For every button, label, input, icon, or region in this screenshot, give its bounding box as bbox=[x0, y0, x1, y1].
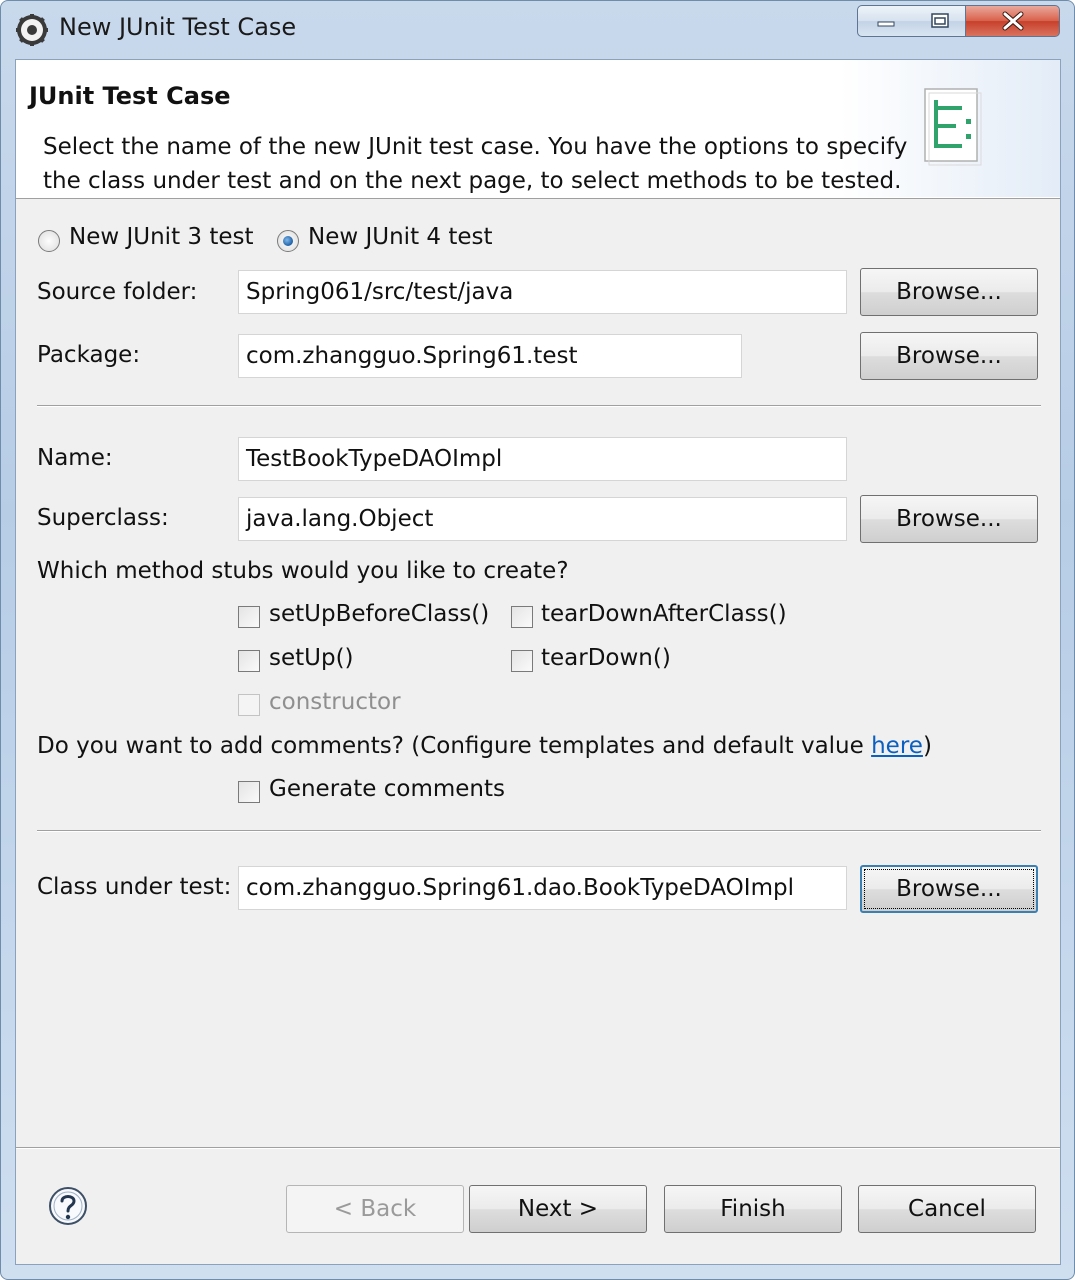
footer-separator bbox=[16, 1147, 1060, 1149]
class-under-test-input[interactable]: com.zhangguo.Spring61.dao.BookTypeDAOImp… bbox=[238, 866, 847, 910]
close-icon bbox=[1002, 11, 1023, 31]
minimize-icon bbox=[877, 21, 895, 27]
teardown-after-class-checkbox[interactable] bbox=[511, 606, 533, 628]
dialog-window: New JUnit Test Case JUnit Test Case Sele… bbox=[0, 0, 1075, 1280]
source-folder-input[interactable]: Spring061/src/test/java bbox=[238, 270, 847, 314]
maximize-button[interactable] bbox=[914, 5, 966, 37]
eclipse-app-icon bbox=[16, 14, 48, 46]
setup-before-class-label[interactable]: setUpBeforeClass() bbox=[269, 601, 489, 627]
dialog-client-area: JUnit Test Case Select the name of the n… bbox=[15, 59, 1061, 1265]
setup-before-class-checkbox[interactable] bbox=[238, 606, 260, 628]
generate-comments-checkbox[interactable] bbox=[238, 781, 260, 803]
teardown-checkbox[interactable] bbox=[511, 650, 533, 672]
comments-question: Do you want to add comments? (Configure … bbox=[37, 733, 932, 759]
cancel-button[interactable]: Cancel bbox=[858, 1185, 1036, 1233]
configure-templates-link[interactable]: here bbox=[871, 733, 923, 759]
package-input[interactable]: com.zhangguo.Spring61.test bbox=[238, 334, 742, 378]
constructor-label: constructor bbox=[269, 689, 401, 715]
separator bbox=[37, 830, 1041, 832]
wizard-banner: JUnit Test Case Select the name of the n… bbox=[16, 60, 1060, 199]
teardown-after-class-label[interactable]: tearDownAfterClass() bbox=[541, 601, 787, 627]
close-button[interactable] bbox=[966, 5, 1060, 37]
source-folder-label: Source folder: bbox=[37, 279, 198, 305]
method-stubs-question: Which method stubs would you like to cre… bbox=[37, 558, 569, 584]
package-label: Package: bbox=[37, 342, 141, 368]
setup-label[interactable]: setUp() bbox=[269, 645, 354, 671]
teardown-label[interactable]: tearDown() bbox=[541, 645, 671, 671]
constructor-checkbox bbox=[238, 694, 260, 716]
superclass-input[interactable]: java.lang.Object bbox=[238, 497, 847, 541]
class-under-test-label: Class under test: bbox=[37, 874, 232, 900]
generate-comments-label[interactable]: Generate comments bbox=[269, 776, 505, 802]
name-label: Name: bbox=[37, 445, 113, 471]
window-title: New JUnit Test Case bbox=[59, 13, 297, 41]
setup-checkbox[interactable] bbox=[238, 650, 260, 672]
junit-wizard-icon bbox=[924, 88, 982, 166]
source-folder-browse-button[interactable]: Browse... bbox=[860, 268, 1038, 316]
comments-question-close: ) bbox=[922, 733, 932, 759]
junit3-radio[interactable] bbox=[38, 230, 60, 252]
wizard-page-description: Select the name of the new JUnit test ca… bbox=[43, 134, 908, 194]
superclass-label: Superclass: bbox=[37, 505, 169, 531]
package-browse-button[interactable]: Browse... bbox=[860, 332, 1038, 380]
separator bbox=[37, 405, 1041, 407]
title-bar[interactable]: New JUnit Test Case bbox=[1, 1, 1075, 59]
back-button: < Back bbox=[286, 1185, 464, 1233]
help-icon[interactable] bbox=[48, 1186, 88, 1226]
name-input[interactable]: TestBookTypeDAOImpl bbox=[238, 437, 847, 481]
class-under-test-browse-button[interactable]: Browse... bbox=[860, 865, 1038, 913]
restore-icon bbox=[930, 13, 949, 28]
next-button[interactable]: Next > bbox=[469, 1185, 647, 1233]
finish-button[interactable]: Finish bbox=[664, 1185, 842, 1233]
junit4-label[interactable]: New JUnit 4 test bbox=[308, 224, 493, 250]
junit4-radio[interactable] bbox=[277, 230, 299, 252]
superclass-browse-button[interactable]: Browse... bbox=[860, 495, 1038, 543]
minimize-button[interactable] bbox=[857, 5, 915, 37]
comments-question-text: Do you want to add comments? (Configure … bbox=[37, 733, 872, 759]
wizard-page-title: JUnit Test Case bbox=[29, 82, 231, 110]
junit3-label[interactable]: New JUnit 3 test bbox=[69, 224, 254, 250]
